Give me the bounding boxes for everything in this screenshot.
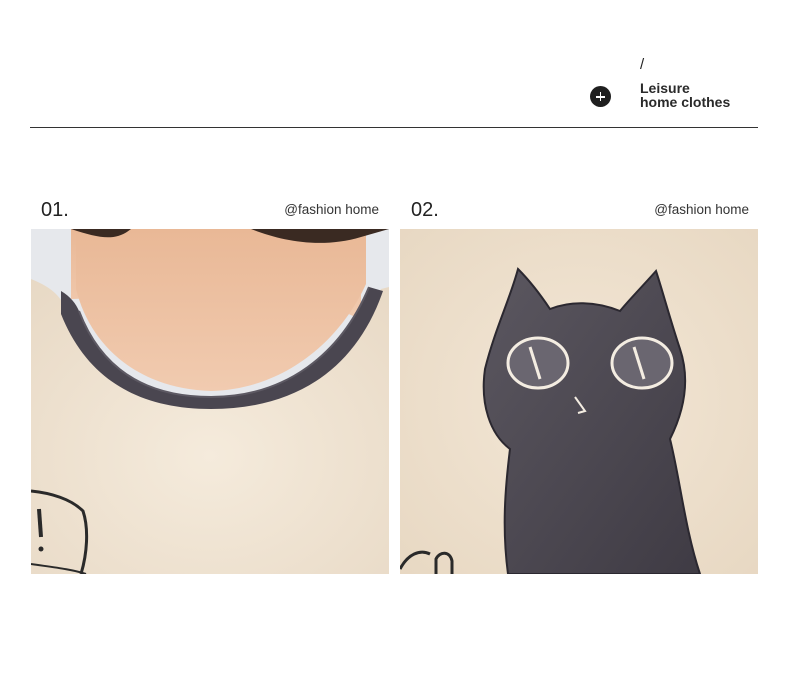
header-divider bbox=[30, 127, 758, 128]
card-1-tag: @fashion home bbox=[284, 202, 379, 217]
neckline-photo-image bbox=[31, 229, 389, 574]
card-1-photo[interactable] bbox=[31, 229, 389, 574]
card-1-number: 01. bbox=[41, 199, 69, 221]
card-2-tag: @fashion home bbox=[654, 202, 749, 217]
header-title-line-2: home clothes bbox=[640, 94, 731, 110]
cat-applique-photo-image bbox=[400, 229, 758, 574]
plus-circle-icon[interactable] bbox=[590, 86, 611, 107]
header-slash: / bbox=[640, 56, 645, 73]
section-header: / Leisure home clothes bbox=[590, 56, 770, 116]
card-2-number: 02. bbox=[411, 199, 439, 221]
card-2-photo[interactable] bbox=[400, 229, 758, 574]
